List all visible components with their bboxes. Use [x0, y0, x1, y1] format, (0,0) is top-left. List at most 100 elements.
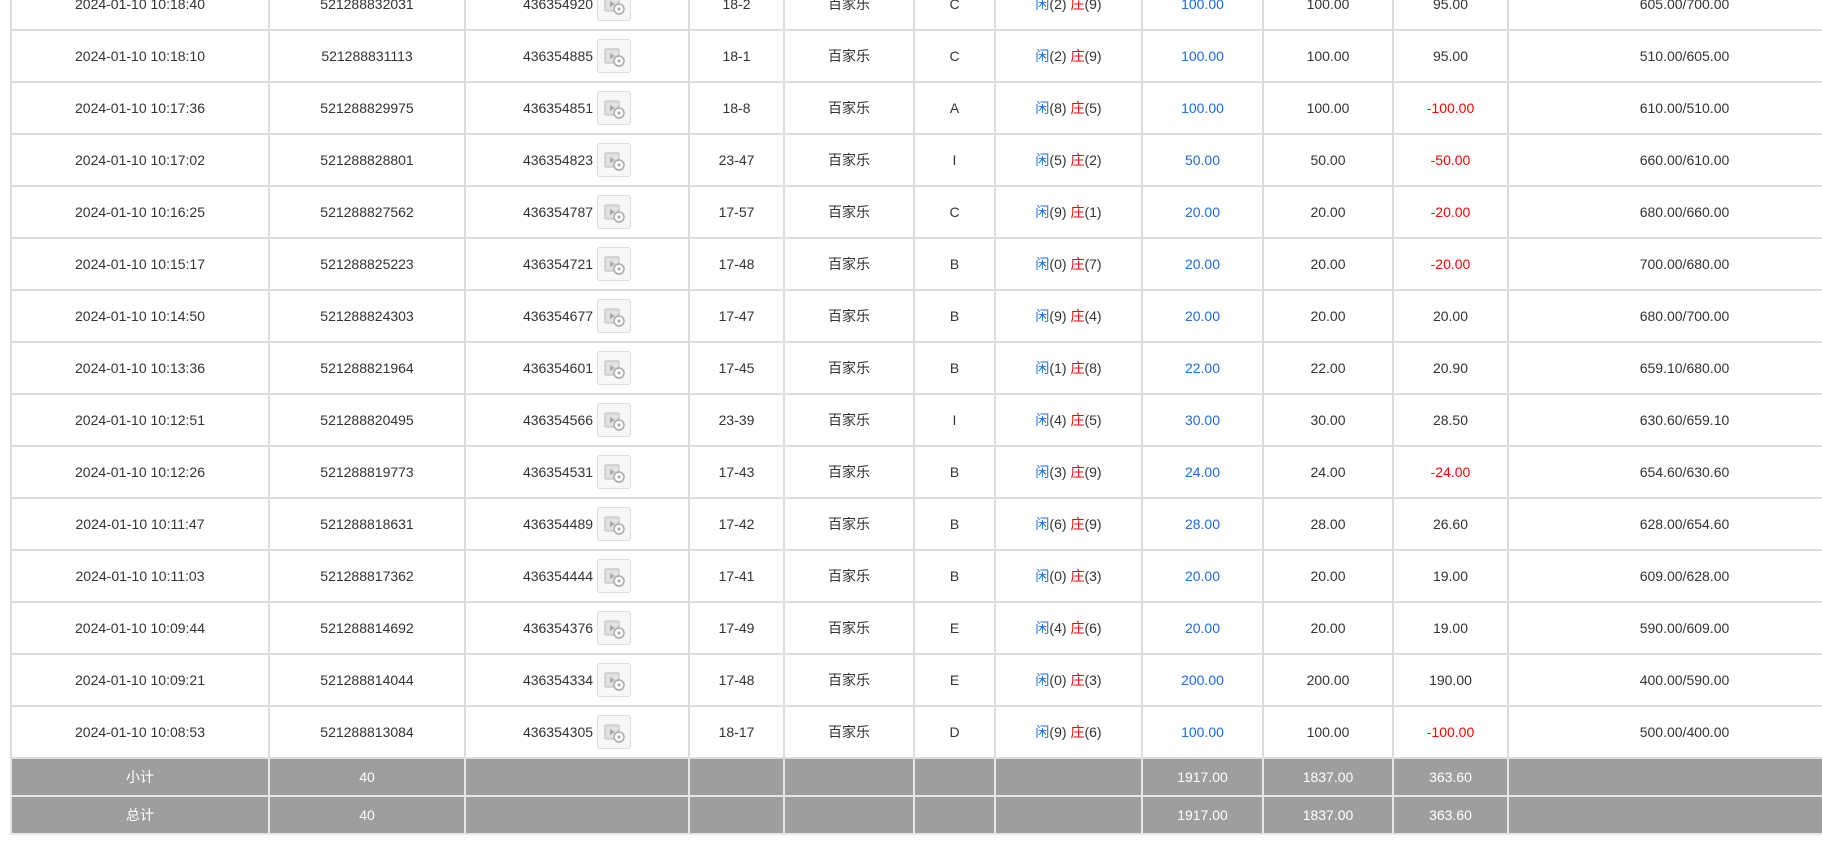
win-loss: 20.90: [1392, 341, 1509, 395]
banker-points: (6): [1084, 724, 1102, 740]
seat: I: [913, 133, 996, 187]
game-id-cell: 436354851: [464, 81, 690, 135]
total-label: 总计: [10, 795, 270, 835]
subtotal-row: 小计 40 1917.00 1837.00 363.60: [10, 757, 1822, 797]
seat: B: [913, 445, 996, 499]
banker-label: 庄: [1070, 568, 1085, 584]
banker-label: 庄: [1070, 100, 1085, 116]
banker-label: 庄: [1070, 620, 1085, 636]
result-cell: 闲(4) 庄(6): [994, 601, 1143, 655]
win-loss: -20.00: [1392, 185, 1509, 239]
game-type: 百家乐: [783, 445, 915, 499]
banker-points: (5): [1084, 100, 1102, 116]
bet-id: 521288831113: [268, 29, 466, 83]
game-id-cell: 436354885: [464, 29, 690, 83]
player-label: 闲: [1035, 152, 1050, 168]
game-id: 436354601: [522, 360, 594, 376]
video-replay-icon[interactable]: [597, 0, 632, 21]
seat: B: [913, 497, 996, 551]
bet-id: 521288821964: [268, 341, 466, 395]
table-row: 2024-01-10 10:18:10 521288831113 436354885…: [10, 29, 1822, 83]
video-replay-icon[interactable]: [597, 351, 632, 385]
bet-id: 521288832031: [268, 0, 466, 31]
table-row: 2024-01-10 10:08:53 521288813084 436354305…: [10, 705, 1822, 759]
balance-change: 590.00/609.00: [1507, 601, 1822, 655]
video-replay-icon[interactable]: [597, 611, 632, 645]
balance-change: 510.00/605.00: [1507, 29, 1822, 83]
game-type: 百家乐: [783, 29, 915, 83]
total-win: 363.60: [1392, 795, 1509, 835]
game-type: 百家乐: [783, 0, 915, 31]
seat: A: [913, 81, 996, 135]
banker-points: (6): [1084, 620, 1102, 636]
balance-change: 700.00/680.00: [1507, 237, 1822, 291]
game-id-cell: 436354823: [464, 133, 690, 187]
win-loss: 95.00: [1392, 29, 1509, 83]
result-cell: 闲(8) 庄(5): [994, 81, 1143, 135]
video-replay-icon[interactable]: [597, 559, 632, 593]
video-replay-icon[interactable]: [597, 247, 632, 281]
balance-change: 610.00/510.00: [1507, 81, 1822, 135]
game-id-cell: 436354721: [464, 237, 690, 291]
game-id: 436354721: [522, 256, 594, 272]
valid-bet: 50.00: [1262, 133, 1394, 187]
game-id-cell: 436354566: [464, 393, 690, 447]
video-replay-icon[interactable]: [597, 663, 632, 697]
bet-id: 521288828801: [268, 133, 466, 187]
bet-amount: 100.00: [1141, 29, 1264, 83]
bet-id: 521288813084: [268, 705, 466, 759]
banker-label: 庄: [1070, 672, 1085, 688]
result-cell: 闲(2) 庄(9): [994, 0, 1143, 31]
balance-change: 654.60/630.60: [1507, 445, 1822, 499]
game-id: 436354851: [522, 100, 594, 116]
bet-time: 2024-01-10 10:12:26: [10, 445, 270, 499]
win-loss: 190.00: [1392, 653, 1509, 707]
video-replay-icon[interactable]: [597, 299, 632, 333]
banker-label: 庄: [1070, 308, 1085, 324]
video-replay-icon[interactable]: [597, 91, 632, 125]
player-label: 闲: [1035, 256, 1050, 272]
table-no: 23-39: [688, 393, 785, 447]
game-id: 436354334: [522, 672, 594, 688]
bet-amount: 100.00: [1141, 0, 1264, 31]
banker-points: (9): [1084, 516, 1102, 532]
video-replay-icon[interactable]: [597, 143, 632, 177]
player-points: (8): [1049, 100, 1067, 116]
game-id-cell: 436354920: [464, 0, 690, 31]
total-row: 总计 40 1917.00 1837.00 363.60: [10, 795, 1822, 835]
banker-points: (9): [1084, 0, 1102, 12]
valid-bet: 100.00: [1262, 29, 1394, 83]
seat: I: [913, 393, 996, 447]
player-points: (2): [1049, 0, 1067, 12]
player-points: (9): [1049, 724, 1067, 740]
game-id: 436354489: [522, 516, 594, 532]
video-replay-icon[interactable]: [597, 195, 632, 229]
table-no: 17-41: [688, 549, 785, 603]
video-replay-icon[interactable]: [597, 507, 632, 541]
balance-change: 680.00/660.00: [1507, 185, 1822, 239]
bet-time: 2024-01-10 10:17:36: [10, 81, 270, 135]
video-replay-icon[interactable]: [597, 39, 632, 73]
win-loss: -100.00: [1392, 81, 1509, 135]
bet-time: 2024-01-10 10:11:47: [10, 497, 270, 551]
result-cell: 闲(5) 庄(2): [994, 133, 1143, 187]
player-points: (2): [1049, 48, 1067, 64]
table-no: 18-1: [688, 29, 785, 83]
table-no: 17-48: [688, 653, 785, 707]
seat: C: [913, 0, 996, 31]
video-replay-icon[interactable]: [597, 403, 632, 437]
banker-label: 庄: [1070, 204, 1085, 220]
balance-change: 630.60/659.10: [1507, 393, 1822, 447]
game-type: 百家乐: [783, 289, 915, 343]
seat: D: [913, 705, 996, 759]
player-points: (4): [1049, 412, 1067, 428]
bet-time: 2024-01-10 10:13:36: [10, 341, 270, 395]
banker-label: 庄: [1070, 412, 1085, 428]
player-label: 闲: [1035, 100, 1050, 116]
bet-amount: 50.00: [1141, 133, 1264, 187]
seat: B: [913, 289, 996, 343]
game-id: 436354677: [522, 308, 594, 324]
video-replay-icon[interactable]: [597, 715, 632, 749]
player-points: (0): [1049, 568, 1067, 584]
video-replay-icon[interactable]: [597, 455, 632, 489]
